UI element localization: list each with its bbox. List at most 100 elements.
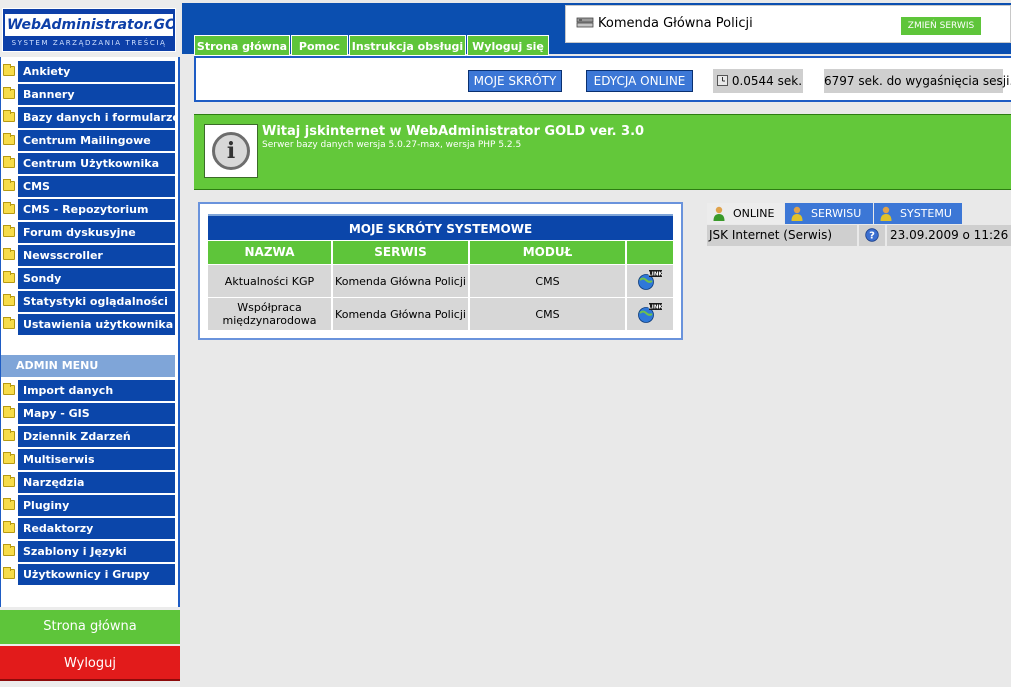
folder-icon xyxy=(3,498,15,510)
sidebar-item-bazy-danych[interactable]: Bazy danych i formularze xyxy=(1,107,176,128)
folder-icon xyxy=(3,317,15,329)
table-cell-link: LINK xyxy=(627,265,673,297)
sidebar-item-mapy-gis[interactable]: Mapy - GIS xyxy=(1,403,176,424)
sidebar-item-centrum-uzytkownika[interactable]: Centrum Użytkownika xyxy=(1,153,176,174)
svg-text:?: ? xyxy=(869,231,875,242)
sidebar-item-label: Forum dyskusyjne xyxy=(18,222,175,243)
sidebar-item-centrum-mailingowe[interactable]: Centrum Mailingowe xyxy=(1,130,176,151)
sidebar-item-label: Bazy danych i formularze xyxy=(18,107,175,128)
column-header-name: NAZWA xyxy=(208,241,331,264)
sidebar-item-cms-repozytorium[interactable]: CMS - Repozytorium xyxy=(1,199,176,220)
change-site-button[interactable]: ZMIEŃ SERWIS xyxy=(901,17,981,35)
sidebar-item-label: Pluginy xyxy=(18,495,175,516)
sidebar-item-label: Centrum Mailingowe xyxy=(18,130,175,151)
tab-home[interactable]: Strona główna xyxy=(194,35,290,56)
tab-help[interactable]: Pomoc xyxy=(291,35,348,56)
tab-serwisu-label: SERWISU xyxy=(811,207,862,220)
sidebar-item-narzedzia[interactable]: Narzędzia xyxy=(1,472,176,493)
online-user-date: 23.09.2009 o 11:26 xyxy=(887,225,1011,246)
sidebar-item-label: Ustawienia użytkownika xyxy=(18,314,175,335)
table-cell-link: LINK xyxy=(627,298,673,330)
sidebar-item-cms[interactable]: CMS xyxy=(1,176,176,197)
sidebar-item-pluginy[interactable]: Pluginy xyxy=(1,495,176,516)
link-globe-icon[interactable]: LINK xyxy=(637,302,663,324)
column-header-module: MODUŁ xyxy=(470,241,625,264)
table-cell-name: Współpraca międzynarodowa xyxy=(208,298,331,330)
table-cell-site: Komenda Główna Policji xyxy=(333,298,468,330)
folder-icon xyxy=(3,406,15,418)
my-shortcuts-button[interactable]: MOJE SKRÓTY xyxy=(468,70,562,92)
table-cell-module: CMS xyxy=(470,298,625,330)
tab-online[interactable]: ONLINE xyxy=(707,203,784,224)
tab-systemu[interactable]: SYSTEMU xyxy=(874,203,962,224)
user-icon xyxy=(713,206,725,221)
sidebar-item-uzytkownicy[interactable]: Użytkownicy i Grupy xyxy=(1,564,176,585)
logo-title: WebAdministrator.GOLD xyxy=(5,14,173,36)
sidebar-item-szablony[interactable]: Szablony i Języki xyxy=(1,541,176,562)
render-time-value: 0.0544 sek. xyxy=(731,74,803,88)
session-timer: 6797 sek. do wygaśnięcia sesji. xyxy=(824,69,1011,93)
folder-icon xyxy=(3,87,15,99)
sidebar-item-label: Użytkownicy i Grupy xyxy=(18,564,175,585)
server-icon xyxy=(576,17,594,28)
clock-icon xyxy=(717,75,728,86)
tab-logout[interactable]: Wyloguj się xyxy=(467,35,549,56)
tab-serwisu[interactable]: SERWISU xyxy=(785,203,873,224)
sidebar-menu: Ankiety Bannery Bazy danych i formularze… xyxy=(0,57,180,607)
current-site-box: Komenda Główna Policji ZMIEŃ SERWIS xyxy=(565,5,1011,43)
sidebar-item-label: Bannery xyxy=(18,84,175,105)
folder-icon xyxy=(3,179,15,191)
folder-icon xyxy=(3,64,15,76)
column-header-site: SERWIS xyxy=(333,241,468,264)
admin-menu-header: ADMIN MENU xyxy=(1,355,175,377)
sidebar-item-label: Sondy xyxy=(18,268,175,289)
sidebar-item-label: Szablony i Języki xyxy=(18,541,175,562)
sidebar-item-ustawienia[interactable]: Ustawienia użytkownika xyxy=(1,314,176,335)
shortcuts-title: MOJE SKRÓTY SYSTEMOWE xyxy=(208,214,673,240)
folder-icon xyxy=(3,383,15,395)
logo[interactable]: WebAdministrator.GOLD SYSTEM ZARZĄDZANIA… xyxy=(2,8,176,52)
sidebar-item-label: Redaktorzy xyxy=(18,518,175,539)
online-user-info[interactable]: ? xyxy=(859,225,885,246)
welcome-title: Witaj jskinternet w WebAdministrator GOL… xyxy=(262,124,645,139)
link-globe-icon[interactable]: LINK xyxy=(637,269,663,291)
sidebar-item-sondy[interactable]: Sondy xyxy=(1,268,176,289)
info-icon: i xyxy=(204,124,258,178)
edit-online-button[interactable]: EDYCJA ONLINE xyxy=(586,70,693,92)
sidebar-item-label: Centrum Użytkownika xyxy=(18,153,175,174)
tab-manual[interactable]: Instrukcja obsługi xyxy=(349,35,466,56)
sidebar-item-label: Dziennik Zdarzeń xyxy=(18,426,175,447)
sidebar-item-ankiety[interactable]: Ankiety xyxy=(1,61,176,82)
table-cell-site: Komenda Główna Policji xyxy=(333,265,468,297)
toolbar: MOJE SKRÓTY EDYCJA ONLINE 0.0544 sek. 67… xyxy=(194,56,1011,102)
sidebar-item-forum[interactable]: Forum dyskusyjne xyxy=(1,222,176,243)
sidebar-item-label: Statystyki oglądalności xyxy=(18,291,175,312)
sidebar-item-label: Ankiety xyxy=(18,61,175,82)
sidebar-item-newsscroller[interactable]: Newsscroller xyxy=(1,245,176,266)
folder-icon xyxy=(3,452,15,464)
online-user-row: JSK Internet (Serwis) ? 23.09.2009 o 11:… xyxy=(707,225,1011,246)
svg-text:LINK: LINK xyxy=(648,272,663,278)
column-header-link xyxy=(627,241,673,264)
folder-icon xyxy=(3,248,15,260)
home-button[interactable]: Strona główna xyxy=(0,610,180,644)
folder-icon xyxy=(3,110,15,122)
sidebar-item-multiserwis[interactable]: Multiserwis xyxy=(1,449,176,470)
sidebar-item-label: CMS xyxy=(18,176,175,197)
folder-icon xyxy=(3,475,15,487)
tab-online-label: ONLINE xyxy=(733,207,775,220)
sidebar-item-label: Narzędzia xyxy=(18,472,175,493)
table-cell-module: CMS xyxy=(470,265,625,297)
folder-icon xyxy=(3,521,15,533)
folder-icon xyxy=(3,544,15,556)
sidebar-item-redaktorzy[interactable]: Redaktorzy xyxy=(1,518,176,539)
sidebar-item-statystyki[interactable]: Statystyki oglądalności xyxy=(1,291,176,312)
folder-icon xyxy=(3,202,15,214)
sidebar-item-bannery[interactable]: Bannery xyxy=(1,84,176,105)
sidebar-item-import-danych[interactable]: Import danych xyxy=(1,380,176,401)
logo-subtitle: SYSTEM ZARZĄDZANIA TREŚCIĄ xyxy=(11,39,167,47)
logout-button[interactable]: Wyloguj xyxy=(0,646,180,681)
sidebar-item-label: Mapy - GIS xyxy=(18,403,175,424)
folder-icon xyxy=(3,133,15,145)
sidebar-item-dziennik-zdarzen[interactable]: Dziennik Zdarzeń xyxy=(1,426,176,447)
